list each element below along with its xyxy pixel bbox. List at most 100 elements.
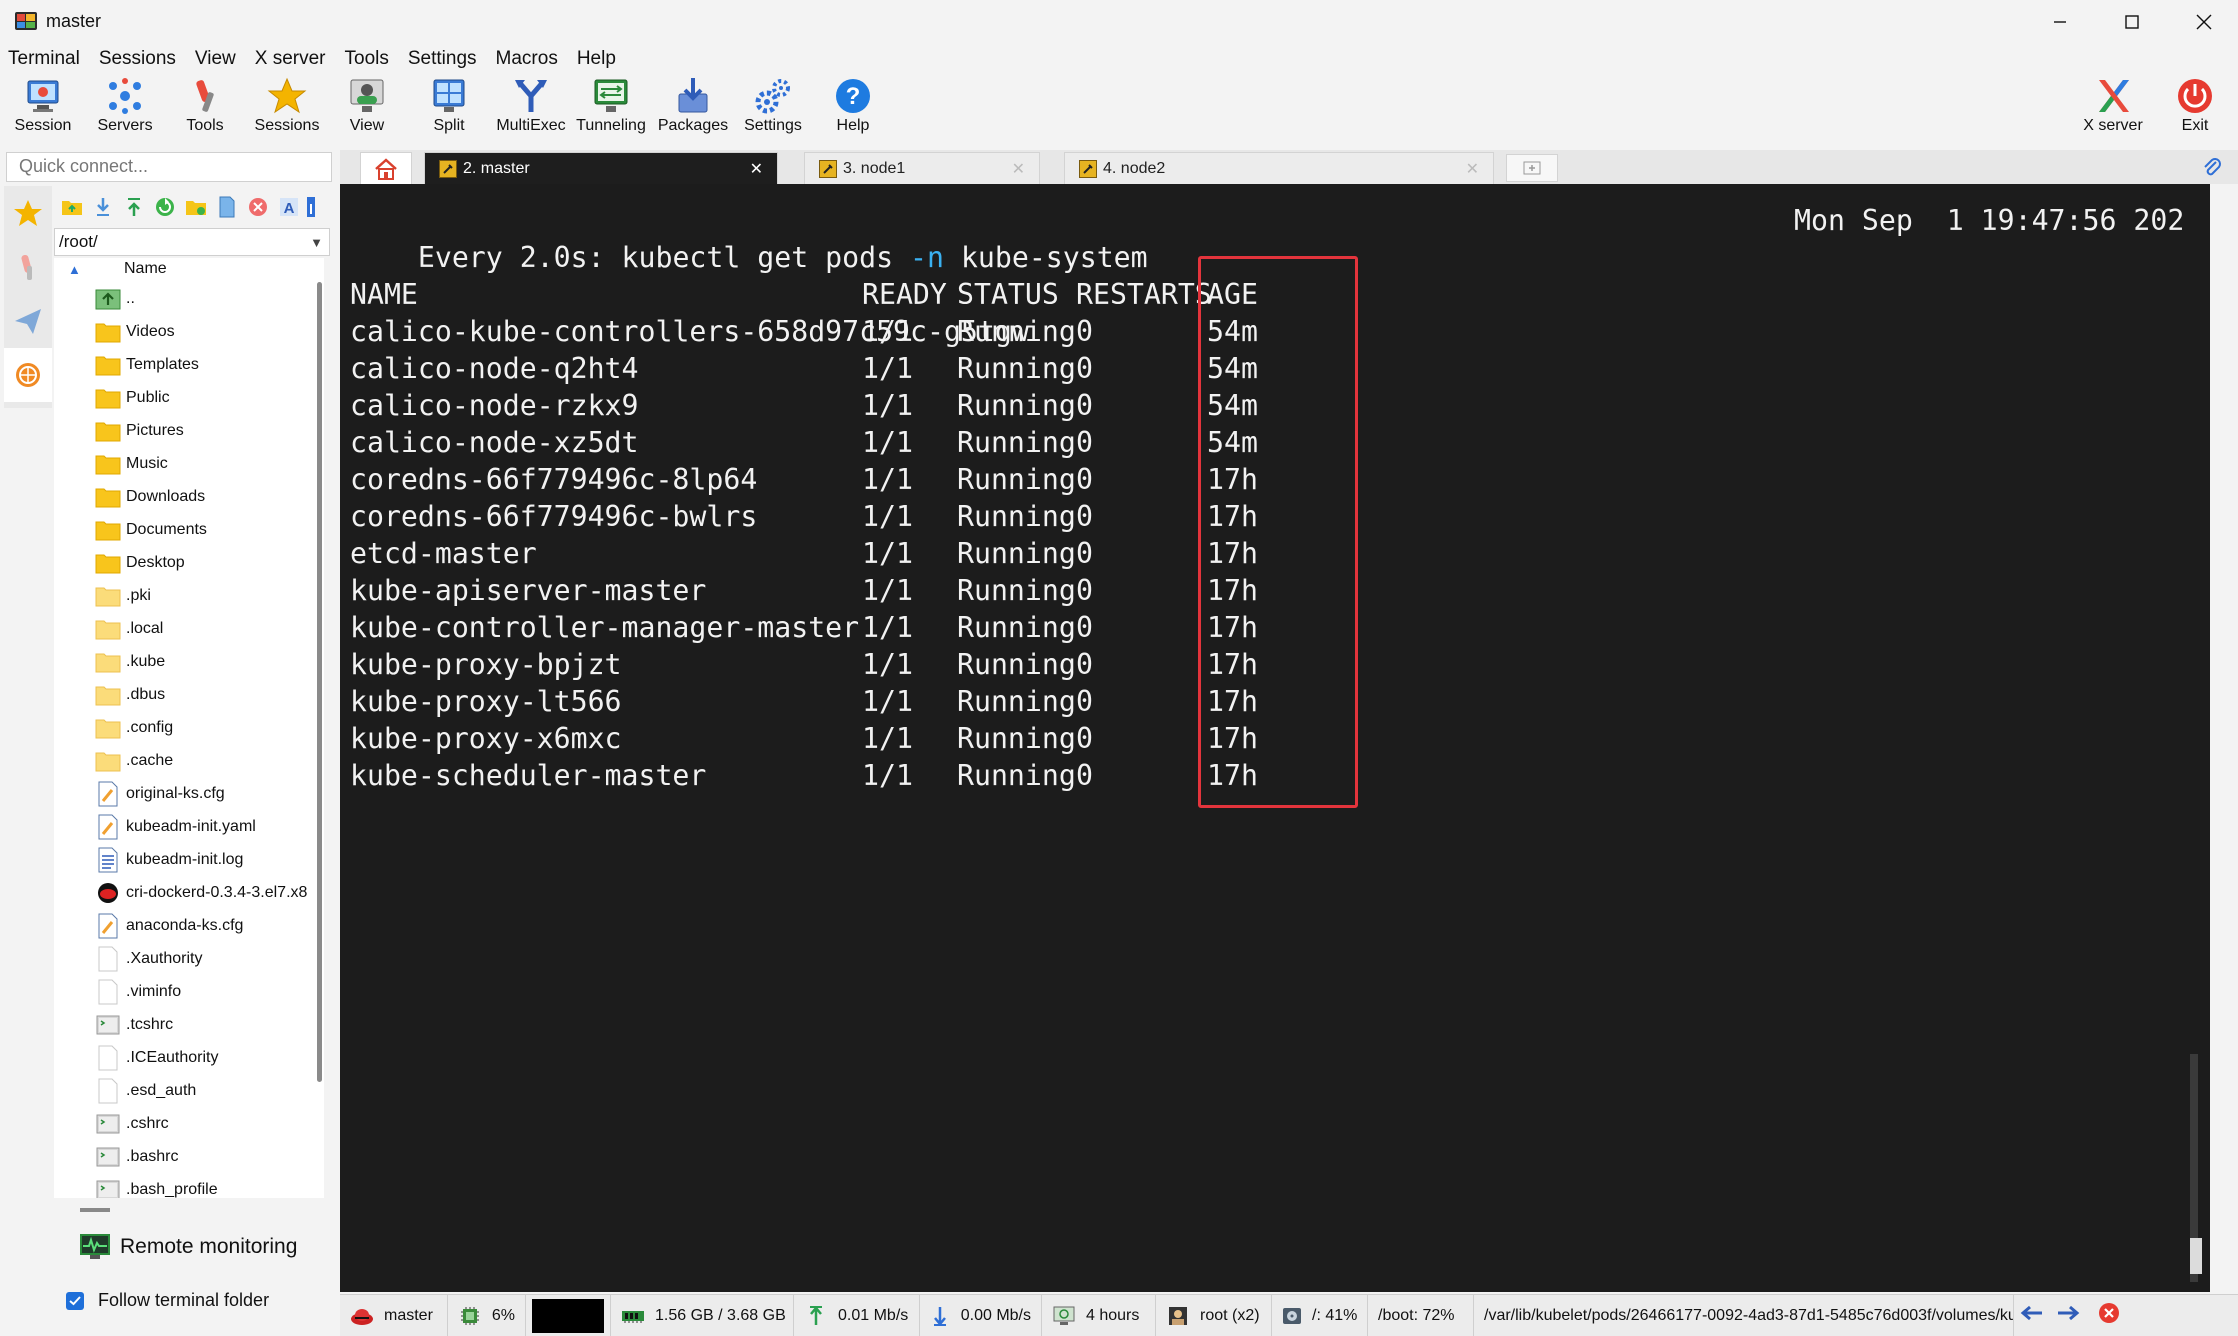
download-button[interactable] xyxy=(87,193,118,221)
split-button[interactable]: Split xyxy=(408,74,490,146)
file-list-item[interactable]: .ICEauthority xyxy=(54,1041,324,1074)
name-column-header[interactable]: ▲ Name xyxy=(54,258,324,282)
file-list-item[interactable]: .cache xyxy=(54,744,324,777)
new-file-button[interactable] xyxy=(211,193,242,221)
maximize-button[interactable] xyxy=(2098,0,2166,44)
terminal-output[interactable]: Every 2.0s: kubectl get pods -n kube-sys… xyxy=(340,184,2210,1292)
tab-node1[interactable]: 3. node1 ✕ xyxy=(804,152,1040,184)
help-button[interactable]: ? Help xyxy=(812,74,894,146)
tab-close-icon[interactable]: ✕ xyxy=(750,159,763,179)
packages-button[interactable]: Packages xyxy=(652,74,734,146)
tab-master[interactable]: 2. master ✕ xyxy=(424,152,778,184)
file-list-scrollbar[interactable] xyxy=(316,282,324,1082)
file-list-hscrollbar[interactable] xyxy=(80,1208,110,1212)
menu-view[interactable]: View xyxy=(187,44,236,74)
memory-icon xyxy=(621,1304,645,1328)
tab-close-icon[interactable]: ✕ xyxy=(1012,159,1025,179)
file-name: .cshrc xyxy=(126,1114,169,1132)
tab-close-icon[interactable]: ✕ xyxy=(1466,159,1479,179)
file-list-item[interactable]: .Xauthority xyxy=(54,942,324,975)
menu-xserver[interactable]: X server xyxy=(247,44,326,74)
file-list-item[interactable]: .viminfo xyxy=(54,975,324,1008)
file-list-item[interactable]: .dbus xyxy=(54,678,324,711)
menu-tools[interactable]: Tools xyxy=(337,44,389,74)
file-list-item[interactable]: .bashrc xyxy=(54,1140,324,1173)
menu-help[interactable]: Help xyxy=(569,44,616,74)
file-list-item[interactable]: Downloads xyxy=(54,480,324,513)
menu-settings[interactable]: Settings xyxy=(400,44,477,74)
chevron-down-icon[interactable]: ▼ xyxy=(310,235,323,250)
refresh-button[interactable] xyxy=(149,193,180,221)
rename-button[interactable]: A xyxy=(273,193,304,221)
exit-button[interactable]: Exit xyxy=(2154,74,2236,146)
file-list-item[interactable]: kubeadm-init.yaml xyxy=(54,810,324,843)
file-list-item[interactable]: .config xyxy=(54,711,324,744)
pod-status: Running xyxy=(957,759,1076,792)
file-list-item[interactable]: .esd_auth xyxy=(54,1074,324,1107)
side-tab-sessions[interactable] xyxy=(4,186,52,240)
file-list-item[interactable]: .. xyxy=(54,282,324,315)
file-list-item[interactable]: .kube xyxy=(54,645,324,678)
file-list-item[interactable]: .local xyxy=(54,612,324,645)
file-list-item[interactable]: cri-dockerd-0.3.4-3.el7.x8 xyxy=(54,876,324,909)
tab-node2[interactable]: 4. node2 ✕ xyxy=(1064,152,1494,184)
scroll-right-button[interactable] xyxy=(2056,1305,2080,1326)
host-label: master xyxy=(384,1306,433,1324)
status-close-button[interactable] xyxy=(2098,1302,2120,1329)
multiexec-icon xyxy=(511,76,551,116)
menu-terminal[interactable]: Terminal xyxy=(0,44,80,74)
file-list-item[interactable]: .bash_profile xyxy=(54,1173,324,1198)
home-tab[interactable] xyxy=(360,152,412,184)
remote-monitoring-button[interactable]: Remote monitoring xyxy=(80,1234,297,1260)
new-folder-button[interactable] xyxy=(180,193,211,221)
close-button[interactable] xyxy=(2170,0,2238,44)
file-icon xyxy=(92,814,124,840)
menu-sessions[interactable]: Sessions xyxy=(91,44,176,74)
properties-button[interactable] xyxy=(304,193,318,221)
side-tab-macros[interactable] xyxy=(4,294,52,348)
side-tab-sftp[interactable] xyxy=(4,348,52,402)
delete-button[interactable] xyxy=(242,193,273,221)
session-button[interactable]: Session xyxy=(2,74,84,146)
scrollbar-thumb[interactable] xyxy=(317,282,322,1082)
file-list-item[interactable]: Desktop xyxy=(54,546,324,579)
sessions-button[interactable]: Sessions xyxy=(246,74,328,146)
menu-macros[interactable]: Macros xyxy=(488,44,558,74)
file-list-item[interactable]: Public xyxy=(54,381,324,414)
file-list-item[interactable]: original-ks.cfg xyxy=(54,777,324,810)
upload-button[interactable] xyxy=(118,193,149,221)
terminal-scrollbar[interactable] xyxy=(2182,184,2210,1292)
minimize-button[interactable] xyxy=(2026,0,2094,44)
settings-button[interactable]: Settings xyxy=(732,74,814,146)
file-list-item[interactable]: kubeadm-init.log xyxy=(54,843,324,876)
quick-connect-input[interactable]: Quick connect... xyxy=(6,152,332,182)
file-list-item[interactable]: .tcshrc xyxy=(54,1008,324,1041)
arrow-right-icon xyxy=(2058,1305,2080,1321)
attachment-button[interactable] xyxy=(2202,156,2222,183)
file-list-item[interactable]: anaconda-ks.cfg xyxy=(54,909,324,942)
file-list-item[interactable]: Documents xyxy=(54,513,324,546)
pod-name: kube-scheduler-master xyxy=(350,759,707,792)
xserver-button[interactable]: X server xyxy=(2072,74,2154,146)
new-tab-button[interactable] xyxy=(1506,154,1558,182)
tunneling-button[interactable]: Tunneling xyxy=(570,74,652,146)
view-button[interactable]: View xyxy=(326,74,408,146)
file-list-item[interactable]: Videos xyxy=(54,315,324,348)
file-list-item[interactable]: Music xyxy=(54,447,324,480)
side-tab-tools[interactable] xyxy=(4,240,52,294)
follow-terminal-folder-checkbox[interactable]: Follow terminal folder xyxy=(66,1290,269,1311)
scrollbar-thumb[interactable] xyxy=(2190,1238,2202,1274)
file-list-item[interactable]: .cshrc xyxy=(54,1107,324,1140)
file-list-item[interactable]: .pki xyxy=(54,579,324,612)
session-tab-bar: 2. master ✕ 3. node1 ✕ 4. node2 ✕ xyxy=(340,150,2238,184)
file-icon xyxy=(92,1012,124,1038)
parent-folder-button[interactable] xyxy=(56,193,87,221)
remote-path-input[interactable]: /root/ ▼ xyxy=(54,228,330,256)
scroll-left-button[interactable] xyxy=(2020,1305,2044,1326)
file-list-item[interactable]: Templates xyxy=(54,348,324,381)
multiexec-button[interactable]: MultiExec xyxy=(490,74,572,146)
file-list-item[interactable]: Pictures xyxy=(54,414,324,447)
servers-button[interactable]: Servers xyxy=(84,74,166,146)
file-icon xyxy=(92,913,124,939)
tools-button[interactable]: Tools xyxy=(164,74,246,146)
